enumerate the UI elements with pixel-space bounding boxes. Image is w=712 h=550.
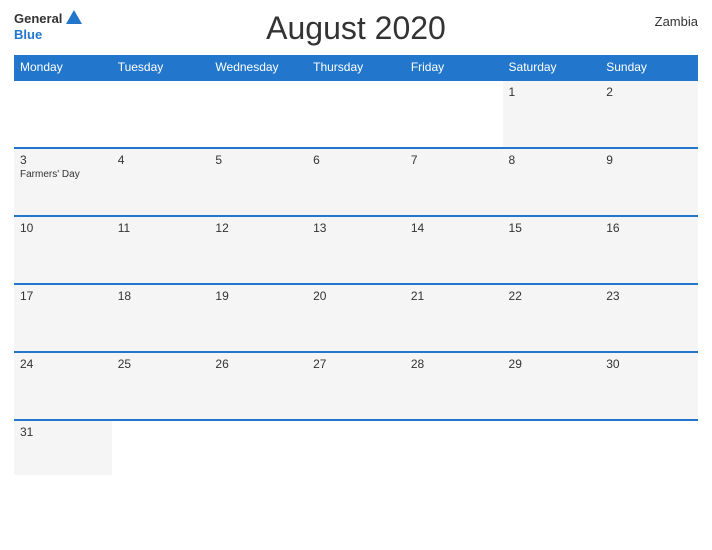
calendar-cell: 29: [503, 352, 601, 420]
day-number: 18: [118, 289, 204, 303]
calendar-cell: [600, 420, 698, 475]
calendar-cell: 6: [307, 148, 405, 216]
week-row: 17 18 19 20 21 22 23: [14, 284, 698, 352]
day-number: 17: [20, 289, 106, 303]
day-number: 2: [606, 85, 692, 99]
day-number: 11: [118, 221, 204, 235]
calendar-cell: 16: [600, 216, 698, 284]
week-row: 24 25 26 27 28 29 30: [14, 352, 698, 420]
logo-blue-text: Blue: [14, 28, 42, 41]
calendar-cell: 20: [307, 284, 405, 352]
day-number: 28: [411, 357, 497, 371]
calendar-cell: [405, 80, 503, 148]
day-number: 21: [411, 289, 497, 303]
calendar-cell: 24: [14, 352, 112, 420]
calendar-cell: 30: [600, 352, 698, 420]
logo: General Blue: [14, 10, 62, 41]
calendar-cell: 21: [405, 284, 503, 352]
day-number: 9: [606, 153, 692, 167]
weekday-header-tuesday: Tuesday: [112, 55, 210, 80]
calendar-cell: 27: [307, 352, 405, 420]
calendar-cell: 17: [14, 284, 112, 352]
calendar-cell: 25: [112, 352, 210, 420]
day-number: 30: [606, 357, 692, 371]
calendar-cell: [307, 80, 405, 148]
calendar-cell: 9: [600, 148, 698, 216]
calendar-cell: 15: [503, 216, 601, 284]
country-label: Zambia: [655, 14, 698, 29]
calendar-cell: 4: [112, 148, 210, 216]
calendar-cell: 2: [600, 80, 698, 148]
day-number: 22: [509, 289, 595, 303]
calendar-container: General Blue August 2020 Zambia MondayTu…: [0, 0, 712, 550]
calendar-cell: 23: [600, 284, 698, 352]
calendar-cell: 31: [14, 420, 112, 475]
calendar-cell: [112, 80, 210, 148]
page-title: August 2020: [266, 10, 446, 47]
day-number: 13: [313, 221, 399, 235]
calendar-cell: 8: [503, 148, 601, 216]
day-number: 27: [313, 357, 399, 371]
day-number: 25: [118, 357, 204, 371]
weekday-header-thursday: Thursday: [307, 55, 405, 80]
day-number: 3: [20, 153, 106, 167]
day-number: 5: [215, 153, 301, 167]
calendar-cell: [209, 420, 307, 475]
weekday-header-monday: Monday: [14, 55, 112, 80]
week-row: 10 11 12 13 14 15 16: [14, 216, 698, 284]
calendar-cell: 26: [209, 352, 307, 420]
day-number: 20: [313, 289, 399, 303]
week-row: 31: [14, 420, 698, 475]
day-number: 10: [20, 221, 106, 235]
calendar-cell: 5: [209, 148, 307, 216]
calendar-cell: 1: [503, 80, 601, 148]
calendar-cell: 18: [112, 284, 210, 352]
weekday-header-friday: Friday: [405, 55, 503, 80]
day-number: 14: [411, 221, 497, 235]
logo-triangle-icon: [66, 10, 82, 24]
calendar-cell: 10: [14, 216, 112, 284]
day-number: 31: [20, 425, 106, 439]
week-row: 3 Farmers' Day 456789: [14, 148, 698, 216]
holiday-label: Farmers' Day: [20, 169, 106, 180]
day-number: 12: [215, 221, 301, 235]
day-number: 26: [215, 357, 301, 371]
weekday-header-saturday: Saturday: [503, 55, 601, 80]
calendar-cell: 13: [307, 216, 405, 284]
calendar-cell: 12: [209, 216, 307, 284]
day-number: 15: [509, 221, 595, 235]
calendar-cell: 28: [405, 352, 503, 420]
day-number: 24: [20, 357, 106, 371]
day-number: 29: [509, 357, 595, 371]
calendar-cell: [112, 420, 210, 475]
weekday-header-row: MondayTuesdayWednesdayThursdayFridaySatu…: [14, 55, 698, 80]
calendar-header: General Blue August 2020 Zambia: [14, 10, 698, 47]
calendar-grid: MondayTuesdayWednesdayThursdayFridaySatu…: [14, 55, 698, 475]
weekday-header-wednesday: Wednesday: [209, 55, 307, 80]
day-number: 6: [313, 153, 399, 167]
day-number: 1: [509, 85, 595, 99]
day-number: 4: [118, 153, 204, 167]
calendar-cell: 11: [112, 216, 210, 284]
calendar-cell: [503, 420, 601, 475]
calendar-cell: [14, 80, 112, 148]
calendar-cell: [209, 80, 307, 148]
day-number: 7: [411, 153, 497, 167]
calendar-cell: [405, 420, 503, 475]
day-number: 16: [606, 221, 692, 235]
calendar-cell: 7: [405, 148, 503, 216]
logo-general-text: General: [14, 11, 62, 26]
week-row: 12: [14, 80, 698, 148]
calendar-cell: [307, 420, 405, 475]
day-number: 19: [215, 289, 301, 303]
day-number: 8: [509, 153, 595, 167]
calendar-cell: 3 Farmers' Day: [14, 148, 112, 216]
calendar-cell: 19: [209, 284, 307, 352]
calendar-cell: 22: [503, 284, 601, 352]
day-number: 23: [606, 289, 692, 303]
calendar-cell: 14: [405, 216, 503, 284]
weekday-header-sunday: Sunday: [600, 55, 698, 80]
